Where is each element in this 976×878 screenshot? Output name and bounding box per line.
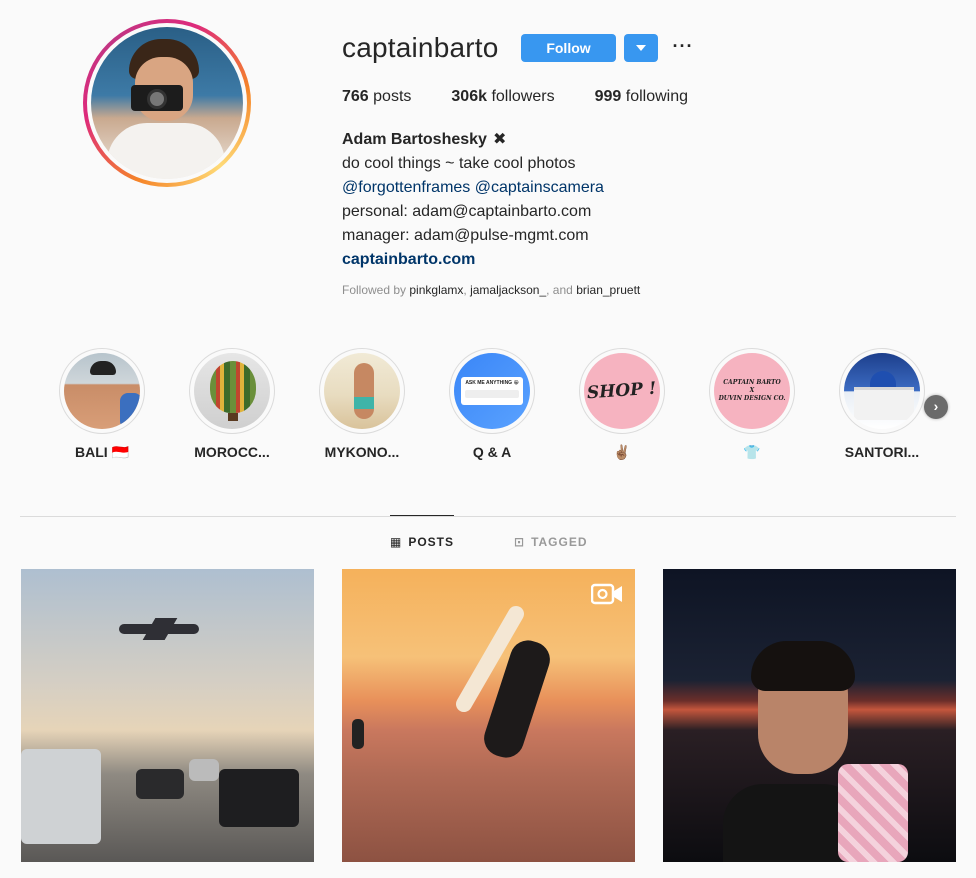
- highlight-ring: ASK ME ANYTHING 😀: [449, 348, 535, 434]
- highlight-label: SANTORI...: [844, 444, 920, 460]
- car-shape: [189, 759, 219, 781]
- mention-link-forgottenframes[interactable]: @forgottenframes: [342, 179, 470, 196]
- followers-count: 306k: [451, 88, 487, 105]
- chevron-right-icon[interactable]: ›: [924, 395, 948, 419]
- question-sticker-title: ASK ME ANYTHING 😀: [465, 380, 519, 386]
- website-link[interactable]: captainbarto.com: [342, 248, 604, 272]
- avatar-shirt: [107, 123, 225, 179]
- portrait-hair-shape: [751, 641, 855, 691]
- following-stat-label: following: [625, 88, 689, 105]
- highlight-ring: SHOP !: [579, 348, 665, 434]
- car-shape: [219, 769, 299, 827]
- profile-bio: Adam Bartoshesky ✖ do cool things ~ take …: [342, 128, 604, 272]
- following-count: 999: [594, 88, 622, 105]
- highlight-collab[interactable]: CAPTAIN BARTO X DUVIN DESIGN CO. 👕: [704, 348, 800, 461]
- tab-posts-label: POSTS: [408, 535, 455, 549]
- collab-cover-text: CAPTAIN BARTO X DUVIN DESIGN CO.: [719, 379, 786, 403]
- highlight-qa[interactable]: ASK ME ANYTHING 😀 Q & A: [444, 348, 540, 460]
- question-sticker: ASK ME ANYTHING 😀: [461, 377, 523, 405]
- towel-shape: [838, 764, 908, 862]
- highlight-ring: [189, 348, 275, 434]
- highlight-bali[interactable]: BALI 🇮🇩: [54, 348, 150, 461]
- bio-mentions: @forgottenframes @captainscamera: [342, 176, 604, 200]
- followed-by-separator: ,: [463, 283, 467, 297]
- post-thumbnail[interactable]: [21, 569, 314, 862]
- followed-by-prefix: Followed by: [342, 283, 407, 297]
- highlight-label: 👕: [743, 444, 761, 460]
- more-options-icon[interactable]: ···: [672, 36, 694, 58]
- highlight-cover: [194, 353, 270, 429]
- profile-username: captainbarto: [342, 32, 499, 63]
- highlight-santorini[interactable]: SANTORI...: [834, 348, 930, 460]
- highlight-cover: [324, 353, 400, 429]
- posts-stat: 766 posts: [342, 88, 411, 106]
- followed-by-separator: , and: [546, 283, 573, 297]
- bio-line: manager: adam@pulse-mgmt.com: [342, 227, 589, 244]
- avatar-camera-lens: [147, 89, 167, 109]
- profile-stats: 766 posts 306k followers 999 following: [342, 88, 728, 106]
- highlight-label: MOROCC...: [194, 444, 270, 460]
- highlight-ring: CAPTAIN BARTO X DUVIN DESIGN CO.: [709, 348, 795, 434]
- highlight-label: Q & A: [472, 444, 512, 460]
- grid-icon: ▦: [390, 535, 403, 549]
- highlight-cover: [844, 353, 920, 429]
- collab-line: CAPTAIN BARTO: [723, 379, 781, 386]
- shop-cover-text: SHOP !: [586, 378, 658, 404]
- profile-avatar[interactable]: [83, 19, 251, 187]
- highlight-cover: SHOP !: [584, 353, 660, 429]
- bio-line: do cool things ~ take cool photos: [342, 155, 576, 172]
- bio-name-row: Adam Bartoshesky ✖: [342, 128, 604, 152]
- followers-stat[interactable]: 306k followers: [451, 88, 554, 106]
- highlight-cover: CAPTAIN BARTO X DUVIN DESIGN CO.: [714, 353, 790, 429]
- tagged-icon: ⊡: [514, 535, 526, 549]
- avatar-inner: [87, 23, 247, 183]
- question-sticker-input: [465, 390, 519, 398]
- highlight-label: MYKONO...: [324, 444, 400, 460]
- highlight-label: BALI 🇮🇩: [75, 444, 129, 460]
- highlight-cover: [64, 353, 140, 429]
- post-thumbnail[interactable]: [663, 569, 956, 862]
- suggested-accounts-dropdown-button[interactable]: [624, 34, 658, 62]
- tab-tagged[interactable]: ⊡ TAGGED: [514, 535, 588, 549]
- tab-posts[interactable]: ▦ POSTS: [390, 535, 454, 549]
- posts-stat-label: posts: [373, 88, 412, 105]
- mention-link-captainscamera[interactable]: @captainscamera: [475, 179, 604, 196]
- highlight-mykonos[interactable]: MYKONO...: [314, 348, 410, 460]
- followed-by-user[interactable]: brian_pruett: [576, 283, 640, 297]
- follow-button[interactable]: Follow: [521, 34, 616, 62]
- x-emoji-icon: ✖: [492, 131, 507, 148]
- profile-full-name: Adam Bartoshesky: [342, 131, 487, 148]
- highlight-cover: ASK ME ANYTHING 😀: [454, 353, 530, 429]
- highlight-ring: [59, 348, 145, 434]
- followed-by-user[interactable]: jamaljackson_: [470, 283, 546, 297]
- followed-by[interactable]: Followed by pinkglamx, jamaljackson_, an…: [342, 283, 640, 297]
- posts-count: 766: [342, 88, 369, 105]
- bio-line: personal: adam@captainbarto.com: [342, 203, 592, 220]
- active-tab-indicator: [390, 515, 454, 516]
- followers-stat-label: followers: [491, 88, 555, 105]
- car-shape: [21, 749, 101, 844]
- video-icon: [591, 583, 622, 605]
- post-thumbnail[interactable]: [342, 569, 635, 862]
- chevron-down-icon: [636, 45, 646, 51]
- following-stat[interactable]: 999 following: [595, 88, 688, 106]
- highlight-ring: [319, 348, 405, 434]
- highlight-ring: [839, 348, 925, 434]
- highlight-label: ✌🏽: [613, 444, 631, 460]
- distant-surfer-shape: [352, 719, 364, 749]
- highlight-morocco[interactable]: MOROCC...: [184, 348, 280, 460]
- collab-line: DUVIN DESIGN CO.: [718, 395, 786, 402]
- airplane-shape: [119, 624, 199, 634]
- car-shape: [136, 769, 184, 799]
- tab-tagged-label: TAGGED: [531, 535, 588, 549]
- highlight-shop[interactable]: SHOP ! ✌🏽: [574, 348, 670, 461]
- tabs-divider: [20, 516, 956, 517]
- collab-line: X: [749, 387, 755, 394]
- followed-by-user[interactable]: pinkglamx: [409, 283, 463, 297]
- avatar-photo: [91, 27, 243, 179]
